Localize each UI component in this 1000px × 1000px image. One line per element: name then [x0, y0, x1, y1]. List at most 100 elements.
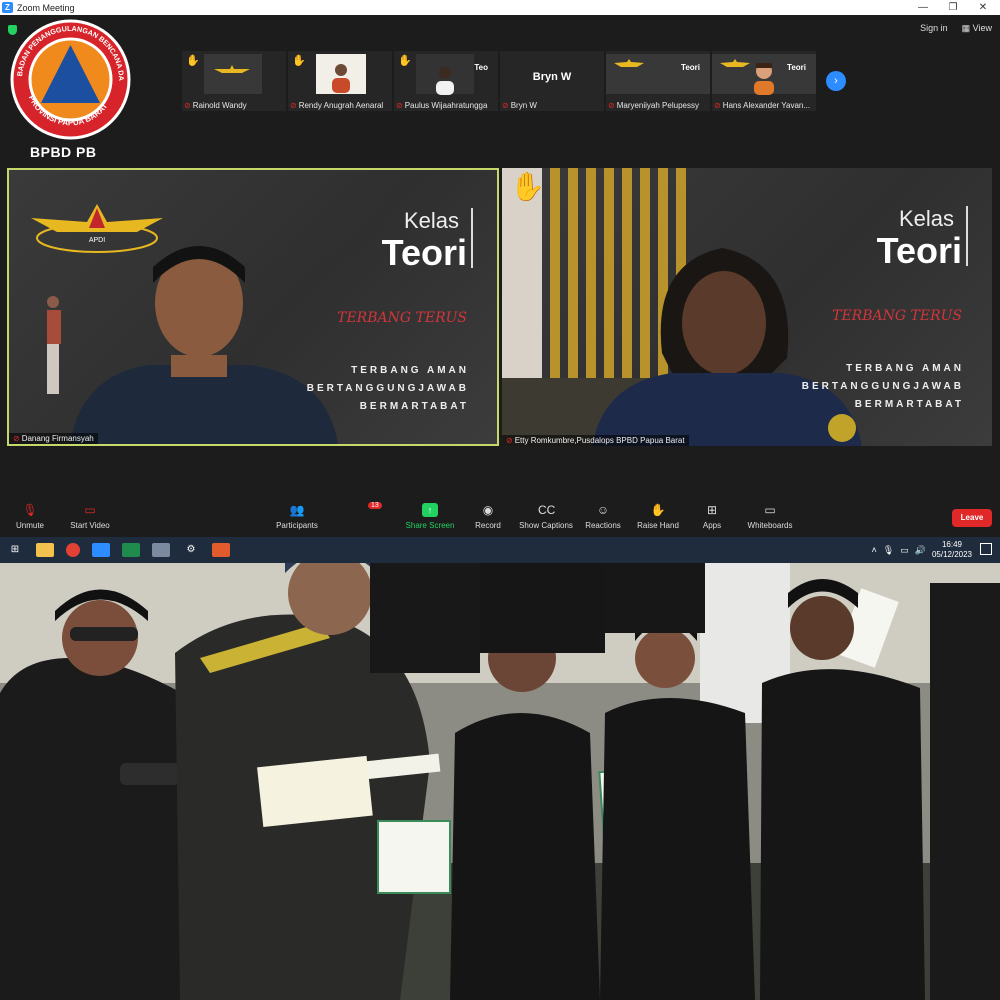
- teori-text: Teori: [381, 232, 467, 273]
- tile-name-label: ⊘ Danang Firmansyah: [9, 433, 98, 444]
- view-label: View: [972, 23, 992, 33]
- raised-hand-icon: ✋: [292, 55, 306, 67]
- show-captions-label: Show Captions: [519, 521, 573, 530]
- apps-icon: ⊞: [706, 503, 718, 517]
- raised-hand-icon: ✋: [186, 55, 200, 67]
- record-icon: ◉: [482, 503, 494, 517]
- video-tile-participant[interactable]: ✋ Kelas Teori TERBANG TERUS TERBANG AMAN…: [502, 168, 992, 446]
- participant-thumb[interactable]: Teori ⊘ Maryeniiyah Pelupessy: [606, 51, 710, 111]
- muted-mic-icon: ⊘: [506, 436, 513, 445]
- network-icon[interactable]: ▭: [900, 545, 909, 556]
- notification-icon[interactable]: [980, 543, 992, 555]
- participant-name: ⊘ Rendy Anugrah Aenaral: [290, 101, 390, 110]
- bpbd-logo: BADAN PENANGGULANGAN BENCANA DAERAH PROV…: [8, 17, 131, 140]
- volume-icon[interactable]: 🔊: [915, 545, 926, 556]
- raised-hand-icon: ✋: [398, 55, 412, 67]
- screenshot-root: Z Zoom Meeting — ❐ ✕ Sign in ▦ View BADA…: [0, 0, 1000, 1000]
- clock-date: 05/12/2023: [931, 550, 972, 559]
- next-page-arrow-icon[interactable]: ›: [826, 71, 846, 91]
- apps-label: Apps: [702, 521, 722, 530]
- share-screen-icon: ↑: [422, 503, 438, 517]
- start-video-label: Start Video: [70, 521, 110, 530]
- video-tile-speaker[interactable]: APDI Kelas Teori TERBANG TERUS TERBANG A…: [7, 168, 499, 446]
- reactions-icon: ☺: [596, 503, 610, 517]
- zoom-taskbar-icon[interactable]: [92, 543, 110, 557]
- whiteboards-button[interactable]: ▭ Whiteboards: [735, 499, 805, 530]
- muted-mic-icon: ⊘: [608, 101, 615, 110]
- motto-line: TERBANG AMAN: [351, 365, 469, 376]
- muted-mic-icon: ⊘: [184, 101, 191, 110]
- divider: [471, 208, 473, 268]
- raise-hand-label: Raise Hand: [637, 521, 679, 530]
- windows-taskbar: ⊞ ⚙ ˄ 🎙 ▭ 🔊 16:49 05/12/2023: [0, 537, 1000, 563]
- ceremony-photo: [0, 563, 1000, 1000]
- divider: [966, 206, 968, 266]
- muted-mic-icon: ⊘: [290, 101, 297, 110]
- whiteboards-label: Whiteboards: [747, 521, 793, 530]
- participant-name-text: Bryn W: [510, 101, 537, 110]
- kelas-text: Kelas: [403, 208, 459, 233]
- participant-strip: ✋ ⊘ Rainold Wandy ✋ ⊘ Rendy Anugrah Aenara…: [182, 51, 816, 111]
- security-app-icon[interactable]: [152, 543, 170, 557]
- close-button[interactable]: ✕: [968, 0, 998, 15]
- participant-name-text: Hans Alexander Yavan...: [722, 101, 811, 110]
- muted-mic-icon: ⊘: [502, 101, 509, 110]
- participant-name-text: Rendy Anugrah Aenaral: [298, 101, 384, 110]
- mic-tray-icon[interactable]: 🎙: [883, 545, 894, 556]
- participants-label: Participants: [276, 521, 318, 530]
- zoom-app-icon: Z: [2, 2, 13, 13]
- settings-gear-icon[interactable]: ⚙: [182, 543, 200, 557]
- participant-thumb[interactable]: ✋ ⊘ Rainold Wandy: [182, 51, 286, 111]
- logo-caption: BPBD PB: [30, 144, 97, 160]
- participant-thumb[interactable]: Teo ✋ ⊘ Paulus Wijaahratungga: [394, 51, 498, 111]
- teori-text: Teori: [876, 230, 962, 271]
- participant-thumb[interactable]: ✋ ⊘ Rendy Anugrah Aenaral: [288, 51, 392, 111]
- kelas-text: Kelas: [898, 206, 954, 231]
- leave-button[interactable]: Leave: [952, 509, 992, 527]
- participant-photo: [332, 64, 350, 93]
- sign-in-link[interactable]: Sign in: [920, 23, 948, 34]
- participant-name: ⊘ Hans Alexander Yavan...: [714, 101, 814, 110]
- record-label: Record: [475, 521, 501, 530]
- clock[interactable]: 16:49 05/12/2023: [932, 540, 972, 560]
- muted-mic-icon: ⊘: [13, 434, 20, 443]
- motto-line: BERTANGGUNGJAWAB: [801, 381, 964, 392]
- muted-mic-icon: ⊘: [714, 101, 721, 110]
- participant-thumb[interactable]: Teori ⊘ Hans Alexander Yavan...: [712, 51, 816, 111]
- top-right-controls: Sign in ▦ View: [920, 23, 992, 34]
- excel-icon[interactable]: [122, 543, 140, 557]
- window-title: Zoom Meeting: [17, 2, 75, 13]
- whiteboard-icon: ▭: [764, 503, 776, 517]
- windows-start-icon[interactable]: ⊞: [6, 543, 24, 557]
- participant-name: ⊘ Paulus Wijaahratungga: [396, 101, 496, 110]
- participant-big-name: Bryn W: [532, 71, 572, 83]
- tile-name-text: Danang Firmansyah: [21, 434, 94, 443]
- apdi-wings-icon: [214, 65, 250, 73]
- participants-button[interactable]: 👥 Participants: [262, 499, 332, 530]
- chrome-icon[interactable]: [66, 543, 80, 557]
- participant-video: [592, 248, 862, 446]
- muted-mic-icon: 🎙: [22, 503, 38, 517]
- app-icon[interactable]: [212, 543, 230, 557]
- zoom-meeting-area: Sign in ▦ View BADAN PENANGGULANGAN BENC…: [0, 15, 1000, 537]
- window-titlebar: Z Zoom Meeting — ❐ ✕: [0, 0, 1000, 15]
- mini-teori-text: Teori: [787, 63, 806, 72]
- speaker-video: [70, 246, 338, 444]
- grid-icon: ▦: [961, 23, 973, 33]
- participant-thumb[interactable]: Bryn W ⊘ Bryn W: [500, 51, 604, 111]
- file-explorer-icon[interactable]: [36, 543, 54, 557]
- view-button[interactable]: ▦ View: [962, 23, 992, 34]
- motto-line: BERMARTABAT: [359, 401, 469, 412]
- maximize-button[interactable]: ❐: [938, 0, 968, 15]
- start-video-button[interactable]: ▭ Start Video: [55, 499, 125, 530]
- motto-line: TERBANG AMAN: [846, 363, 964, 374]
- participant-name: ⊘ Rainold Wandy: [184, 101, 284, 110]
- participant-name-text: Rainold Wandy: [192, 101, 247, 110]
- participants-count-badge: 13: [368, 502, 382, 509]
- minimize-button[interactable]: —: [908, 0, 938, 15]
- raised-hand-icon: ✋: [510, 171, 545, 202]
- video-off-icon: ▭: [84, 503, 96, 517]
- reactions-label: Reactions: [585, 521, 621, 530]
- chevron-up-icon[interactable]: ˄: [872, 545, 877, 555]
- participants-icon: 👥: [289, 503, 305, 517]
